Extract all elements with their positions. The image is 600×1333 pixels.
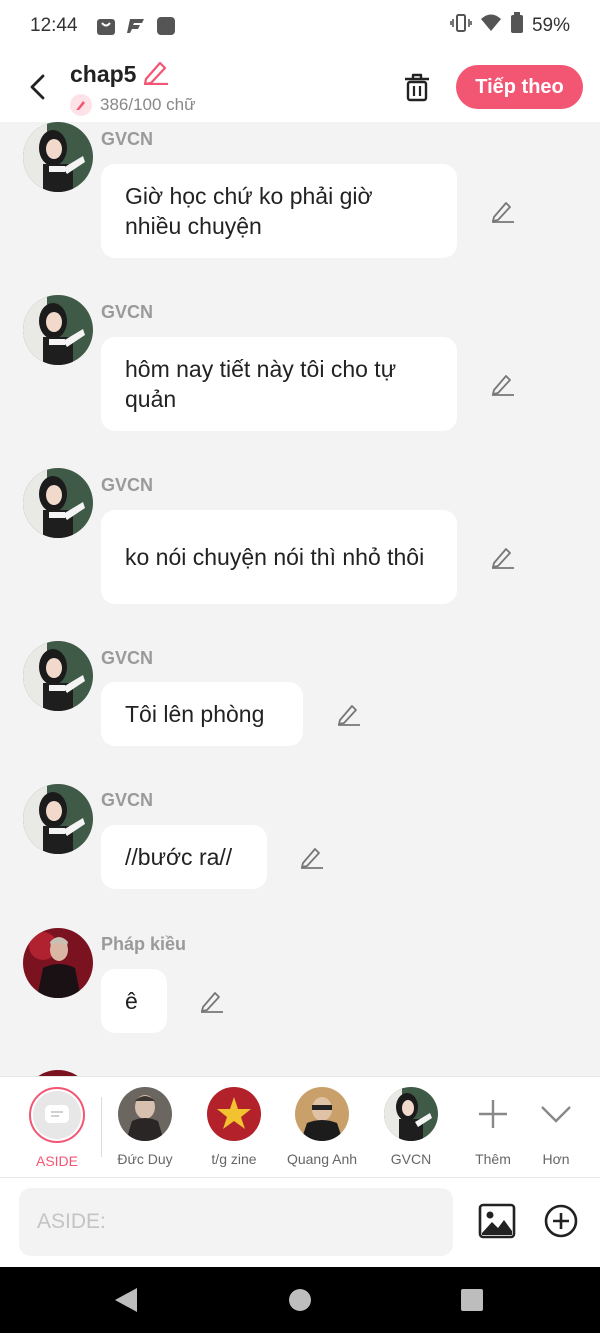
character-label: Thêm [475, 1151, 511, 1167]
nav-home-button[interactable] [284, 1284, 316, 1316]
nav-back-button[interactable] [110, 1284, 142, 1316]
character-label: Quang Anh [286, 1151, 358, 1167]
edit-message-button[interactable] [488, 196, 518, 226]
add-button[interactable] [540, 1200, 582, 1242]
wifi-icon [480, 13, 502, 39]
message-bubble[interactable]: ko nói chuyện nói thì nhỏ thôi [101, 510, 457, 604]
message-sender: GVCN [101, 790, 154, 810]
pencil-icon [492, 202, 514, 223]
character-bar: ASIDE Đức Duy t/g zine Quang Anh GVCN Th… [0, 1076, 600, 1178]
message-bubble[interactable]: ê [101, 969, 167, 1033]
status-time: 12:44 [30, 15, 78, 36]
image-icon [478, 1203, 516, 1239]
pencil-icon [301, 848, 323, 869]
status-bar: 12:44 59% [0, 0, 600, 52]
app-f-icon [126, 16, 146, 36]
aside-avatar [29, 1087, 85, 1143]
header: chap5 386/100 chữ Tiếp theo [0, 52, 600, 122]
message-sender: GVCN [101, 129, 154, 149]
navigation-bar [0, 1267, 600, 1333]
message-bubble[interactable]: hôm nay tiết này tôi cho tự quản [101, 337, 457, 431]
edit-message-button[interactable] [297, 842, 327, 872]
character-label: t/g zine [211, 1151, 257, 1167]
character-gvcn[interactable]: GVCN [366, 1087, 456, 1177]
circle-home-icon [289, 1289, 311, 1311]
chevron-left-icon [30, 74, 45, 100]
insert-image-button[interactable] [476, 1200, 518, 1242]
character-label: GVCN [390, 1151, 432, 1167]
triangle-back-icon [115, 1288, 137, 1312]
teacher-avatar[interactable] [23, 641, 93, 711]
edit-title-button[interactable] [142, 59, 170, 90]
character-quang-anh[interactable]: Quang Anh [277, 1087, 367, 1177]
message-bubble[interactable]: Giờ học chứ ko phải giờ nhiều chuyện [101, 164, 457, 258]
pencil-badge-icon [70, 93, 92, 116]
message-sender: GVCN [101, 648, 154, 668]
title-area: chap5 386/100 chữ [70, 59, 196, 116]
battery-icon [510, 12, 524, 40]
pencil-icon [201, 992, 223, 1013]
delete-button[interactable] [396, 66, 438, 108]
back-button[interactable] [10, 59, 66, 115]
gvcn-avatar [384, 1087, 438, 1141]
teacher-avatar[interactable] [23, 784, 93, 854]
teacher-avatar[interactable] [23, 122, 93, 192]
page-title: chap5 [70, 60, 137, 87]
message-input[interactable] [19, 1188, 453, 1256]
square-recents-icon [461, 1289, 483, 1311]
bag-icon [96, 16, 116, 36]
message-sender: Pháp kiều [101, 934, 187, 954]
vibrate-icon [450, 13, 472, 39]
battery-percent: 59% [531, 15, 570, 36]
message-bubble[interactable]: Tôi lên phòng [101, 682, 303, 746]
edit-message-button[interactable] [197, 986, 227, 1016]
next-button[interactable]: Tiếp theo [456, 65, 583, 109]
message-sender: GVCN [101, 475, 154, 495]
status-right: 59% [450, 12, 570, 40]
character-tg-zine[interactable]: t/g zine [189, 1087, 279, 1177]
pencil-icon [492, 375, 514, 396]
chevron-down-icon [529, 1087, 583, 1141]
character-label: ASIDE [35, 1153, 78, 1169]
chat-bubble-icon [45, 1105, 69, 1123]
word-count: 386/100 chữ [100, 94, 196, 114]
message-list[interactable]: GVCN Giờ học chứ ko phải giờ nhiều chuyệ… [0, 122, 600, 1076]
more-characters-button[interactable]: Hơn [511, 1087, 600, 1177]
teacher-avatar[interactable] [23, 295, 93, 365]
character-label: Đức Duy [117, 1151, 173, 1167]
message-sender: GVCN [101, 302, 154, 322]
message-bubble[interactable]: //bước ra// [101, 825, 267, 889]
character-label: Hơn [542, 1151, 570, 1167]
tg-zine-avatar [207, 1087, 261, 1141]
edit-message-button[interactable] [488, 542, 518, 572]
pencil-icon [338, 705, 360, 726]
pencil-icon [144, 61, 169, 85]
quang-anh-avatar [295, 1087, 349, 1141]
character-aside[interactable]: ASIDE [12, 1087, 102, 1177]
edit-message-button[interactable] [334, 699, 364, 729]
character-duc-duy[interactable]: Đức Duy [100, 1087, 190, 1177]
trash-icon [405, 73, 429, 102]
pencil-icon [492, 548, 514, 569]
edit-message-button[interactable] [488, 369, 518, 399]
phap-kieu-avatar[interactable] [23, 928, 93, 998]
input-bar [0, 1178, 600, 1267]
duc-duy-avatar [118, 1087, 172, 1141]
plus-circle-icon [544, 1204, 578, 1238]
app-square-icon [156, 16, 176, 36]
teacher-avatar[interactable] [23, 468, 93, 538]
nav-recents-button[interactable] [456, 1284, 488, 1316]
